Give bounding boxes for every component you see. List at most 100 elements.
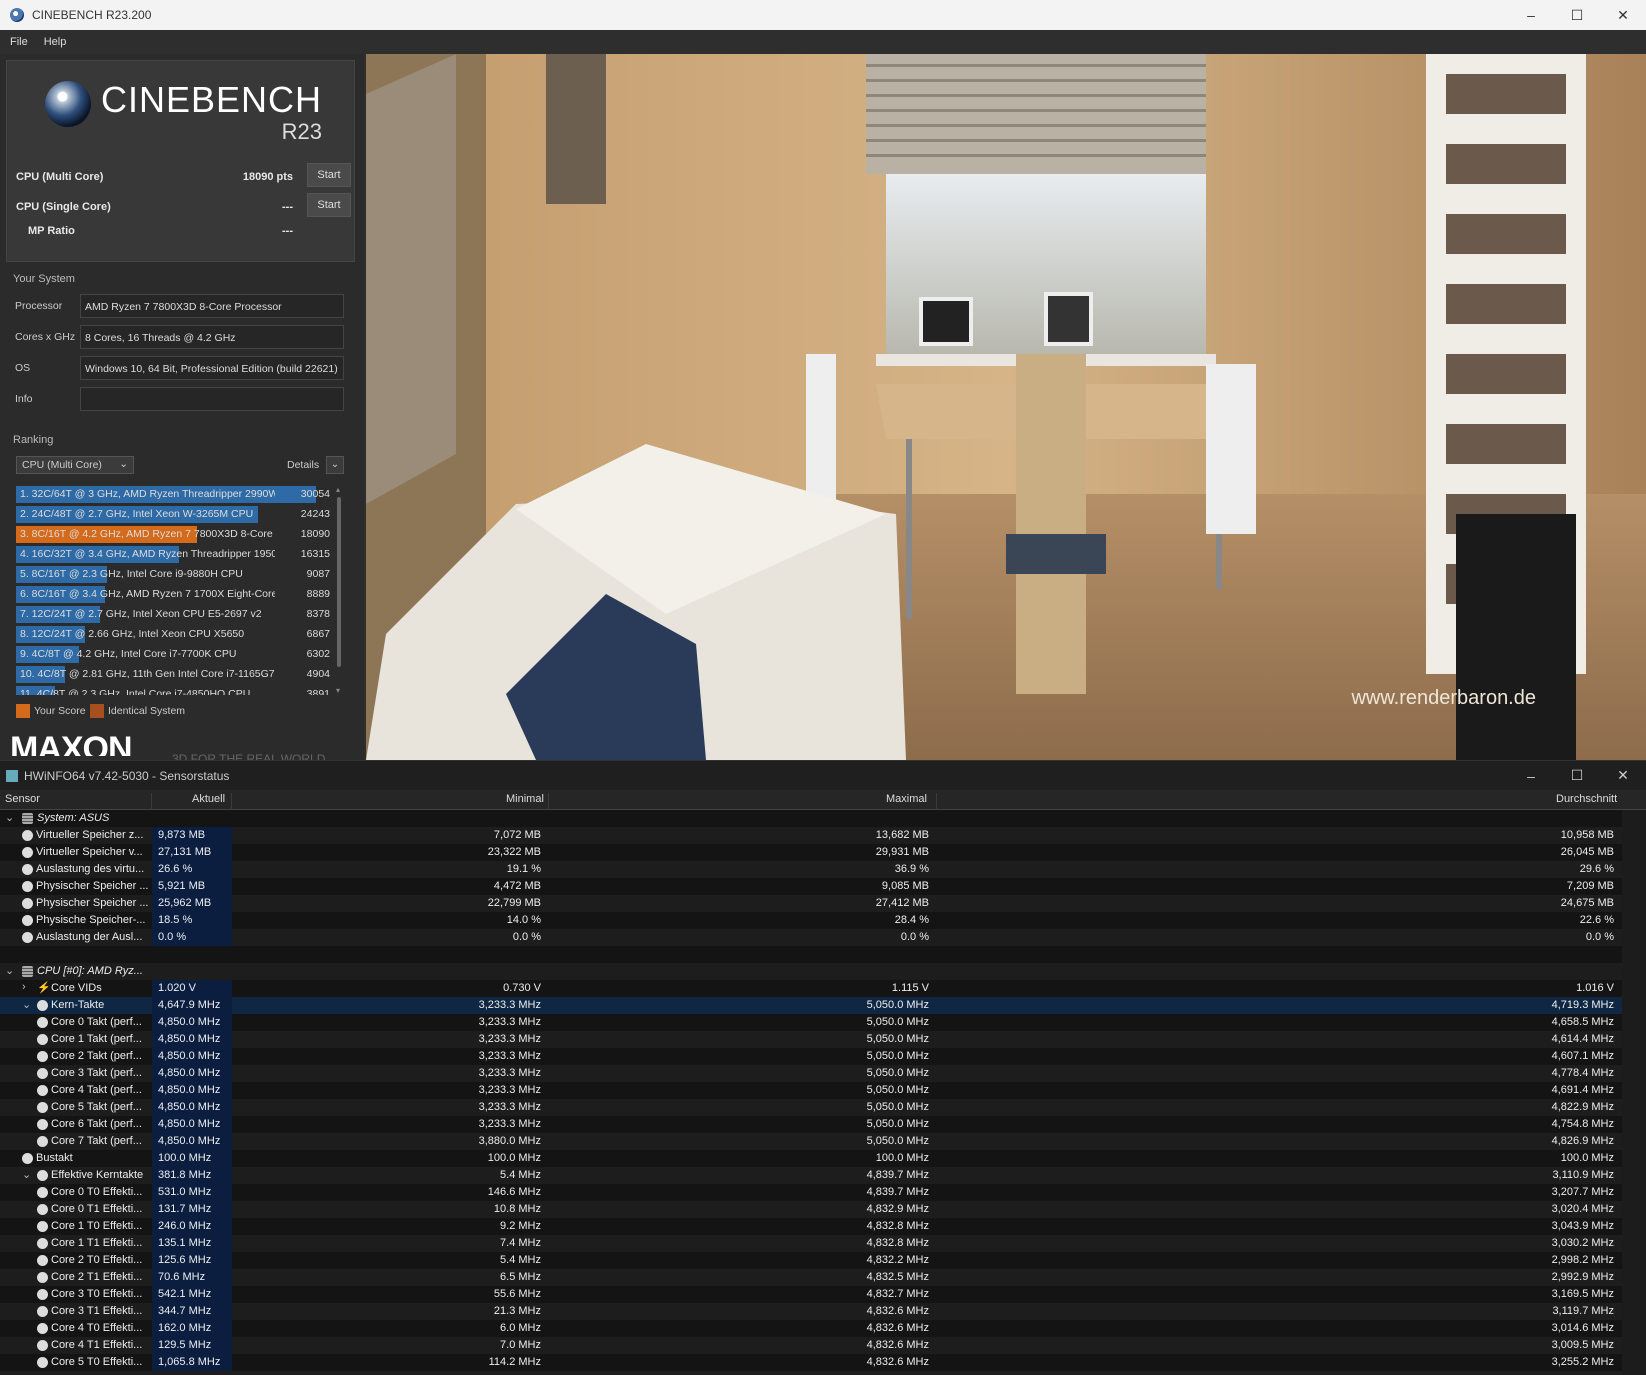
- sensor-row[interactable]: Core 4 T1 Effekti... 129.5 MHz 7.0 MHz 4,83…: [0, 1337, 1646, 1354]
- header-current[interactable]: Aktuell: [192, 793, 225, 805]
- system-value[interactable]: AMD Ryzen 7 7800X3D 8-Core Processor: [80, 294, 344, 318]
- sensor-row[interactable]: Core 7 Takt (perf... 4,850.0 MHz 3,880.0 M…: [0, 1133, 1646, 1150]
- sensor-row[interactable]: Core 3 T1 Effekti... 344.7 MHz 21.3 MHz 4,8…: [0, 1303, 1646, 1320]
- sensor-row[interactable]: Core 5 T0 Effekti... 1,065.8 MHz 114.2 MHz…: [0, 1354, 1646, 1371]
- ranking-item[interactable]: 8. 12C/24T @ 2.66 GHz, Intel Xeon CPU X5…: [16, 625, 332, 645]
- expand-chevron-icon[interactable]: ›: [22, 981, 26, 993]
- sensor-current: 129.5 MHz: [158, 1339, 212, 1351]
- sensor-row[interactable]: Bustakt 100.0 MHz 100.0 MHz 100.0 MHz 100.0 …: [0, 1150, 1646, 1167]
- ranking-select[interactable]: CPU (Multi Core) ⌄: [16, 456, 134, 474]
- header-sensor[interactable]: Sensor: [5, 793, 40, 805]
- voltage-icon: ⚡: [37, 982, 51, 994]
- sensor-row[interactable]: Virtueller Speicher v... 27,131 MB 23,322 …: [0, 844, 1646, 861]
- ranking-item[interactable]: 4. 16C/32T @ 3.4 GHz, AMD Ryzen Threadri…: [16, 545, 332, 565]
- close-icon[interactable]: ✕: [1600, 0, 1646, 30]
- start-multi-core-button[interactable]: Start: [307, 163, 351, 187]
- sensor-row[interactable]: Core 0 T1 Effekti... 131.7 MHz 10.8 MHz 4,8…: [0, 1201, 1646, 1218]
- menu-help[interactable]: Help: [44, 36, 67, 48]
- details-label[interactable]: Details: [287, 459, 319, 471]
- menu-file[interactable]: File: [10, 36, 28, 48]
- sensor-row[interactable]: Core 1 Takt (perf... 4,850.0 MHz 3,233.3 M…: [0, 1031, 1646, 1048]
- scroll-down-icon[interactable]: ▾: [336, 686, 340, 695]
- logo-brand: CINEBENCH: [101, 79, 323, 120]
- info-input[interactable]: [80, 387, 344, 411]
- sensor-group-row[interactable]: ⌄ CPU [#0]: AMD Ryz...: [0, 963, 1646, 980]
- sensor-row[interactable]: › ⚡ Core VIDs 1.020 V 0.730 V 1.115 V 1.016 V: [0, 980, 1646, 997]
- sensor-row[interactable]: Core 0 Takt (perf... 4,850.0 MHz 3,233.3 M…: [0, 1014, 1646, 1031]
- logo-version: R23: [281, 119, 322, 144]
- system-value[interactable]: 8 Cores, 16 Threads @ 4.2 GHz: [80, 325, 344, 349]
- cinebench-window-title: CINEBENCH R23.200: [32, 8, 152, 22]
- maximize-icon[interactable]: ☐: [1554, 0, 1600, 30]
- sensor-clock-icon: [37, 1051, 48, 1062]
- minimize-icon[interactable]: –: [1508, 761, 1554, 790]
- cinebench-title-bar[interactable]: CINEBENCH R23.200 – ☐ ✕: [0, 0, 1646, 30]
- sensor-scrollbar[interactable]: [1622, 810, 1646, 1375]
- ranking-item[interactable]: 10. 4C/8T @ 2.81 GHz, 11th Gen Intel Cor…: [16, 665, 332, 685]
- sensor-min: 5.4 MHz: [500, 1254, 541, 1266]
- scroll-up-icon[interactable]: ▴: [336, 485, 340, 494]
- sensor-max: 5,050.0 MHz: [866, 1101, 929, 1113]
- sensor-row[interactable]: Core 2 T0 Effekti... 125.6 MHz 5.4 MHz 4,83…: [0, 1252, 1646, 1269]
- sensor-current: 5,921 MB: [158, 880, 206, 892]
- sensor-min: 3,233.3 MHz: [478, 1067, 541, 1079]
- ranking-item[interactable]: 6. 8C/16T @ 3.4 GHz, AMD Ryzen 7 1700X E…: [16, 585, 332, 605]
- sensor-max: 4,832.9 MHz: [866, 1203, 929, 1215]
- sensor-row[interactable]: Core 4 Takt (perf... 4,850.0 MHz 3,233.3 M…: [0, 1082, 1646, 1099]
- sensor-row[interactable]: Core 1 T0 Effekti... 246.0 MHz 9.2 MHz 4,83…: [0, 1218, 1646, 1235]
- sensor-name: Core 1 T0 Effekti...: [51, 1220, 143, 1232]
- sensor-row[interactable]: Physische Speicher-... 18.5 % 14.0 % 28.4 %…: [0, 912, 1646, 929]
- collapse-chevron-icon[interactable]: ⌄: [5, 811, 14, 824]
- sensor-row[interactable]: Core 0 T0 Effekti... 531.0 MHz 146.6 MHz 4,…: [0, 1184, 1646, 1201]
- sensor-clock-icon: [37, 1034, 48, 1045]
- sensor-row[interactable]: Physischer Speicher ... 25,962 MB 22,799 M…: [0, 895, 1646, 912]
- scroll-thumb[interactable]: [337, 497, 341, 667]
- collapse-chevron-icon[interactable]: ⌄: [22, 1168, 31, 1181]
- sensor-row[interactable]: Core 4 T0 Effekti... 162.0 MHz 6.0 MHz 4,83…: [0, 1320, 1646, 1337]
- ranking-item[interactable]: 9. 4C/8T @ 4.2 GHz, Intel Core i7-7700K …: [16, 645, 332, 665]
- ranking-item-name: 10. 4C/8T @ 2.81 GHz, 11th Gen Intel Cor…: [20, 668, 275, 680]
- ranking-item[interactable]: 3. 8C/16T @ 4.2 GHz, AMD Ryzen 7 7800X3D…: [16, 525, 332, 545]
- ranking-item[interactable]: 11. 4C/8T @ 2.3 GHz, Intel Core i7-4850H…: [16, 685, 332, 695]
- ranking-item[interactable]: 5. 8C/16T @ 2.3 GHz, Intel Core i9-9880H…: [16, 565, 332, 585]
- sensor-row[interactable]: Core 2 T1 Effekti... 70.6 MHz 6.5 MHz 4,832…: [0, 1269, 1646, 1286]
- sensor-row[interactable]: Core 1 T1 Effekti... 135.1 MHz 7.4 MHz 4,83…: [0, 1235, 1646, 1252]
- sensor-row[interactable]: ⌄ Kern-Takte 4,647.9 MHz 3,233.3 MHz 5,050.0…: [0, 997, 1646, 1014]
- ranking-item[interactable]: 2. 24C/48T @ 2.7 GHz, Intel Xeon W-3265M…: [16, 505, 332, 525]
- sensor-current: 131.7 MHz: [158, 1203, 212, 1215]
- sensor-avg: 1.016 V: [1576, 982, 1614, 994]
- ranking-list[interactable]: 1. 32C/64T @ 3 GHz, AMD Ryzen Threadripp…: [16, 485, 332, 695]
- identical-swatch: [90, 704, 104, 718]
- sensor-row[interactable]: Core 5 Takt (perf... 4,850.0 MHz 3,233.3 M…: [0, 1099, 1646, 1116]
- sensor-table-body: ⌄ System: ASUS Virtueller Speicher z... 9,8…: [0, 810, 1646, 1371]
- hwinfo-title-bar[interactable]: HWiNFO64 v7.42-5030 - Sensorstatus – ☐ ✕: [0, 760, 1646, 790]
- close-icon[interactable]: ✕: [1600, 761, 1646, 790]
- ranking-item[interactable]: 7. 12C/24T @ 2.7 GHz, Intel Xeon CPU E5-…: [16, 605, 332, 625]
- sensor-row[interactable]: Core 2 Takt (perf... 4,850.0 MHz 3,233.3 M…: [0, 1048, 1646, 1065]
- sensor-row[interactable]: Virtueller Speicher z... 9,873 MB 7,072 MB…: [0, 827, 1646, 844]
- sensor-current: 1,065.8 MHz: [158, 1356, 221, 1368]
- maximize-icon[interactable]: ☐: [1554, 761, 1600, 790]
- collapse-chevron-icon[interactable]: ⌄: [22, 998, 31, 1011]
- minimize-icon[interactable]: –: [1508, 0, 1554, 30]
- collapse-chevron-icon[interactable]: ⌄: [5, 964, 14, 977]
- header-avg[interactable]: Durchschnitt: [1556, 793, 1617, 805]
- ranking-scrollbar[interactable]: ▴ ▾: [335, 485, 343, 695]
- sensor-row[interactable]: Auslastung der Ausl... 0.0 % 0.0 % 0.0 % 0.0…: [0, 929, 1646, 946]
- ranking-item[interactable]: 1. 32C/64T @ 3 GHz, AMD Ryzen Threadripp…: [16, 485, 332, 505]
- sensor-row[interactable]: Core 3 Takt (perf... 4,850.0 MHz 3,233.3 M…: [0, 1065, 1646, 1082]
- sensor-min: 100.0 MHz: [487, 1152, 541, 1164]
- details-chevron-icon[interactable]: ⌄: [326, 456, 344, 474]
- sensor-row[interactable]: Core 3 T0 Effekti... 542.1 MHz 55.6 MHz 4,8…: [0, 1286, 1646, 1303]
- sensor-avg: 3,020.4 MHz: [1551, 1203, 1614, 1215]
- sensor-row[interactable]: ⌄ Effektive Kerntakte 381.8 MHz 5.4 MHz 4,83…: [0, 1167, 1646, 1184]
- sensor-group-row[interactable]: ⌄ System: ASUS: [0, 810, 1646, 827]
- sensor-row[interactable]: Physischer Speicher ... 5,921 MB 4,472 MB 9…: [0, 878, 1646, 895]
- system-value[interactable]: Windows 10, 64 Bit, Professional Edition…: [80, 356, 344, 380]
- sensor-row[interactable]: Auslastung des virtu... 26.6 % 19.1 % 36.9 …: [0, 861, 1646, 878]
- start-single-core-button[interactable]: Start: [307, 193, 351, 217]
- header-min[interactable]: Minimal: [506, 793, 544, 805]
- sensor-row[interactable]: Core 6 Takt (perf... 4,850.0 MHz 3,233.3 M…: [0, 1116, 1646, 1133]
- sensor-clock-icon: [37, 1323, 48, 1334]
- header-max[interactable]: Maximal: [886, 793, 927, 805]
